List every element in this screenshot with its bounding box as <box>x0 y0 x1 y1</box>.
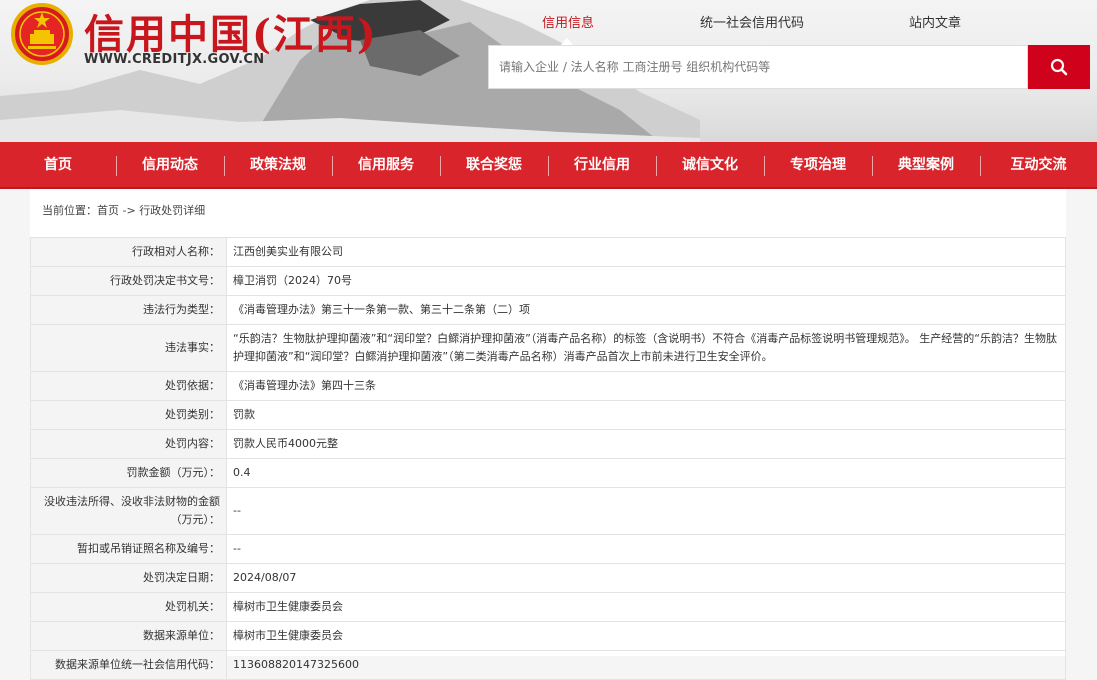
table-row: 数据来源单位统一社会信用代码： 113608820147325600 <box>30 650 1066 680</box>
breadcrumb-home-link[interactable]: 首页 <box>97 204 119 217</box>
table-row: 处罚机关： 樟树市卫生健康委员会 <box>30 592 1066 622</box>
search-input[interactable] <box>488 45 1028 89</box>
table-row: 处罚内容： 罚款人民币4000元整 <box>30 429 1066 459</box>
breadcrumb-separator: -> <box>119 204 140 217</box>
row-value: 樟树市卫生健康委员会 <box>226 621 1066 651</box>
national-emblem-icon <box>11 3 73 65</box>
search-tab-credit-code[interactable]: 统一社会信用代码 <box>700 12 804 31</box>
table-row: 违法行为类型： 《消毒管理办法》第三十一条第一款、第三十二条第（二）项 <box>30 295 1066 325</box>
nav-item-integrity-culture[interactable]: 诚信文化 <box>656 142 764 189</box>
nav-item-home[interactable]: 首页 <box>0 142 116 189</box>
table-row: 处罚类别： 罚款 <box>30 400 1066 430</box>
row-value: 江西创美实业有限公司 <box>226 237 1066 267</box>
row-label: 处罚决定日期： <box>30 563 227 593</box>
row-label: 违法事实： <box>30 324 227 372</box>
nav-item-special-governance[interactable]: 专项治理 <box>764 142 872 189</box>
site-header: 信用中国(江西) WWW.CREDITJX.GOV.CN 信用信息 统一社会信用… <box>0 0 1097 142</box>
table-row: 数据来源单位： 樟树市卫生健康委员会 <box>30 621 1066 651</box>
penalty-detail-table: 行政相对人名称： 江西创美实业有限公司 行政处罚决定书文号： 樟卫消罚（2024）7… <box>30 237 1066 680</box>
nav-item-credit-services[interactable]: 信用服务 <box>332 142 440 189</box>
row-label: 暂扣或吊销证照名称及编号： <box>30 534 227 564</box>
row-label: 处罚依据： <box>30 371 227 401</box>
main-content: 当前位置：首页 -> 行政处罚详细 行政相对人名称： 江西创美实业有限公司 行政处… <box>30 189 1066 680</box>
row-label: 违法行为类型： <box>30 295 227 325</box>
row-value: 113608820147325600 <box>226 650 1066 680</box>
table-row: 处罚依据： 《消毒管理办法》第四十三条 <box>30 371 1066 401</box>
row-value: 罚款人民币4000元整 <box>226 429 1066 459</box>
row-label: 行政相对人名称： <box>30 237 227 267</box>
table-row: 处罚决定日期： 2024/08/07 <box>30 563 1066 593</box>
search-tabs: 信用信息 统一社会信用代码 站内文章 <box>488 12 1090 46</box>
search-tab-site-articles[interactable]: 站内文章 <box>909 12 961 31</box>
row-label: 行政处罚决定书文号： <box>30 266 227 296</box>
row-value: “乐韵洁？生物肽护理抑菌液”和“润印堂？白鳏消护理抑菌液”（消毒产品名称）的标签… <box>226 324 1066 372</box>
row-value: 罚款 <box>226 400 1066 430</box>
row-label: 数据来源单位统一社会信用代码： <box>30 650 227 680</box>
nav-item-joint-rewards[interactable]: 联合奖惩 <box>440 142 548 189</box>
row-value: 《消毒管理办法》第三十一条第一款、第三十二条第（二）项 <box>226 295 1066 325</box>
table-row: 违法事实： “乐韵洁？生物肽护理抑菌液”和“润印堂？白鳏消护理抑菌液”（消毒产品名… <box>30 324 1066 372</box>
row-value: -- <box>226 487 1066 535</box>
main-nav: 首页 信用动态 政策法规 信用服务 联合奖惩 行业信用 诚信文化 专项治理 典型… <box>0 142 1097 189</box>
search-tab-credit-info[interactable]: 信用信息 <box>542 12 594 31</box>
breadcrumb-current: 行政处罚详细 <box>139 204 206 217</box>
row-value: 樟卫消罚（2024）70号 <box>226 266 1066 296</box>
row-label: 处罚机关： <box>30 592 227 622</box>
table-row: 没收违法所得、没收非法财物的金额（万元）： -- <box>30 487 1066 535</box>
nav-item-industry-credit[interactable]: 行业信用 <box>548 142 656 189</box>
row-value: -- <box>226 534 1066 564</box>
row-value: 樟树市卫生健康委员会 <box>226 592 1066 622</box>
breadcrumb: 当前位置：首页 -> 行政处罚详细 <box>42 202 205 218</box>
table-row: 罚款金额（万元）： 0.4 <box>30 458 1066 488</box>
row-label: 数据来源单位： <box>30 621 227 651</box>
table-row: 暂扣或吊销证照名称及编号： -- <box>30 534 1066 564</box>
row-label: 罚款金额（万元）： <box>30 458 227 488</box>
nav-item-policies[interactable]: 政策法规 <box>224 142 332 189</box>
nav-item-interaction[interactable]: 互动交流 <box>980 142 1097 189</box>
row-label: 没收违法所得、没收非法财物的金额（万元）： <box>30 487 227 535</box>
search-button[interactable] <box>1028 45 1090 89</box>
breadcrumb-prefix: 当前位置： <box>42 204 97 217</box>
nav-item-typical-cases[interactable]: 典型案例 <box>872 142 980 189</box>
row-value: 2024/08/07 <box>226 563 1066 593</box>
table-row: 行政处罚决定书文号： 樟卫消罚（2024）70号 <box>30 266 1066 296</box>
site-url: WWW.CREDITJX.GOV.CN <box>84 52 265 67</box>
nav-item-credit-news[interactable]: 信用动态 <box>116 142 224 189</box>
search-icon <box>1050 58 1068 76</box>
row-value: 0.4 <box>226 458 1066 488</box>
table-row: 行政相对人名称： 江西创美实业有限公司 <box>30 237 1066 267</box>
row-label: 处罚类别： <box>30 400 227 430</box>
row-label: 处罚内容： <box>30 429 227 459</box>
row-value: 《消毒管理办法》第四十三条 <box>226 371 1066 401</box>
